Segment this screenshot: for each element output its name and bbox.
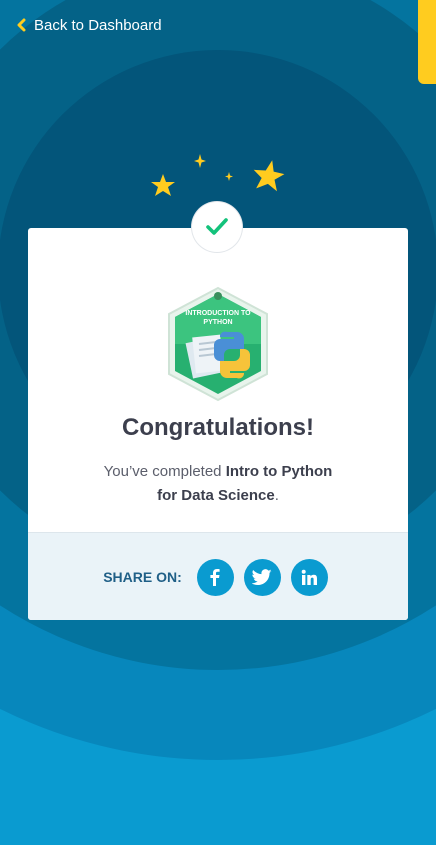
- message-suffix: .: [274, 487, 279, 504]
- badge-line1: INTRODUCTION TO: [185, 310, 251, 317]
- share-twitter-button[interactable]: [243, 558, 281, 596]
- message-prefix: You’ve completed: [103, 463, 226, 480]
- course-name-line1: Intro to Python: [225, 463, 333, 480]
- share-label: SHARE ON:: [103, 569, 182, 585]
- badge-line2: PYTHON: [203, 319, 232, 326]
- linkedin-icon: [301, 569, 317, 585]
- course-badge: INTRODUCTION TO PYTHON: [161, 286, 275, 407]
- back-link-label: Back to Dashboard: [34, 16, 162, 34]
- success-check: [192, 202, 242, 252]
- completion-message: You’ve completed Intro to Python for Data…: [78, 460, 358, 508]
- twitter-icon: [252, 568, 272, 585]
- share-facebook-button[interactable]: [196, 558, 234, 596]
- share-bar: SHARE ON:: [28, 532, 408, 620]
- facebook-icon: [210, 569, 220, 586]
- share-linkedin-button[interactable]: [290, 558, 328, 596]
- congratulations-title: Congratulations!: [122, 414, 314, 441]
- course-name-line2: for Data Science: [157, 487, 275, 504]
- checkmark-icon: [206, 218, 228, 235]
- side-tab[interactable]: [418, 0, 436, 84]
- chevron-left-icon: [10, 14, 32, 36]
- back-to-dashboard-link[interactable]: Back to Dashboard: [10, 14, 162, 36]
- completion-card: INTRODUCTION TO PYTHON Congratulations! …: [28, 228, 408, 620]
